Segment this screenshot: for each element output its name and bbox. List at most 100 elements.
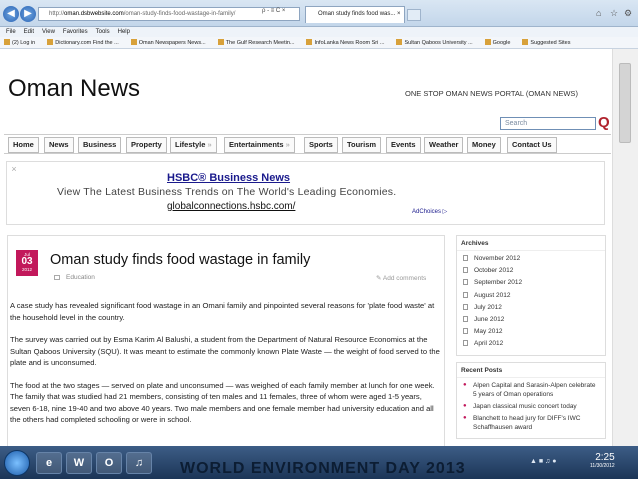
archive-item[interactable]: June 2012 <box>463 314 599 326</box>
nav-item-home[interactable]: Home <box>8 137 39 153</box>
adchoices-link[interactable]: AdChoices ▷ <box>412 208 447 215</box>
archive-item[interactable]: July 2012 <box>463 302 599 314</box>
favorite-icon <box>306 39 313 45</box>
menu-item[interactable]: Help <box>118 29 130 35</box>
nav-label: Entertainments <box>229 140 284 149</box>
chevron-down-icon[interactable]: » <box>207 140 211 149</box>
archive-item[interactable]: April 2012 <box>463 338 599 350</box>
archive-item[interactable]: November 2012 <box>463 253 599 265</box>
chevron-down-icon[interactable]: » <box>286 140 290 149</box>
nav-item-tourism[interactable]: Tourism <box>342 137 382 153</box>
start-button[interactable] <box>4 450 30 476</box>
taskbar-word[interactable]: W <box>66 452 92 474</box>
nav-item-entertainments[interactable]: Entertainments» <box>224 137 295 153</box>
menu-item[interactable]: View <box>42 29 55 35</box>
favorite-item[interactable]: (2) Log in <box>4 39 41 46</box>
back-button[interactable]: ◀ <box>3 6 19 22</box>
address-tools[interactable]: ρ - ≡ C × <box>262 8 285 14</box>
favorite-item[interactable]: Suggested Sites <box>522 39 576 46</box>
favorite-item[interactable]: Sultan Qaboos University ... <box>396 39 478 46</box>
menu-item[interactable]: File <box>6 29 16 35</box>
ad-close-icon[interactable]: × <box>7 162 21 176</box>
search-input[interactable]: Search <box>500 117 596 130</box>
nav-item-money[interactable]: Money <box>467 137 501 153</box>
favorite-item[interactable]: Google <box>484 39 517 46</box>
main-nav: Home News Business Property Lifestyle» Entert… <box>4 134 611 154</box>
archive-item[interactable]: October 2012 <box>463 265 599 277</box>
article-paragraph: A case study has revealed significant fo… <box>10 301 435 322</box>
favorite-item[interactable]: The Gulf Research Meetin... <box>217 39 301 46</box>
taskbar-media[interactable]: ♫ <box>126 452 152 474</box>
menu-item[interactable]: Favorites <box>63 29 88 35</box>
home-icon[interactable]: ⌂ <box>596 8 601 18</box>
windows-taskbar: e W O ♫ WORLD ENVIRONMENT DAY 2013 ▲ ■ ♫… <box>0 446 638 479</box>
nav-item-sports[interactable]: Sports <box>304 137 338 153</box>
recent-post-item[interactable]: Blanchett to head jury for DIFF's IWC Sc… <box>463 414 599 432</box>
nav-label: Home <box>13 140 34 149</box>
archives-widget: Archives November 2012 October 2012 Septem… <box>456 235 606 356</box>
taskbar-clock[interactable]: 2:25 11/30/2012 <box>590 452 615 469</box>
favorite-item[interactable]: Oman Newspapers News... <box>130 39 212 46</box>
address-bar[interactable]: http://oman.dsbwebsite.com/oman-study-fi… <box>38 7 300 21</box>
scrollbar-thumb[interactable] <box>619 63 631 143</box>
search-icon[interactable]: Q <box>598 114 610 131</box>
nav-label: Lifestyle <box>175 140 206 149</box>
nav-item-property[interactable]: Property <box>126 137 167 153</box>
favorite-label: InfoLanka News Room Sri ... <box>314 40 385 46</box>
menu-item[interactable]: Edit <box>24 29 34 35</box>
article-title[interactable]: Oman study finds food wastage in family <box>50 252 310 268</box>
url-protocol: http:// <box>49 11 65 17</box>
forward-button[interactable]: ▶ <box>20 6 36 22</box>
ad-title[interactable]: HSBC® Business News <box>167 172 290 184</box>
nav-label: Business <box>83 140 117 149</box>
recent-posts-list: Alpen Capital and Sarasin-Alpen celebrat… <box>457 378 605 438</box>
archive-item[interactable]: May 2012 <box>463 326 599 338</box>
system-tray[interactable]: ▲ ■ ♫ ● <box>530 458 556 465</box>
ad-url[interactable]: globalconnections.hsbc.com/ <box>167 201 295 212</box>
web-page: Oman News ONE STOP OMAN NEWS PORTAL (OMA… <box>0 49 612 446</box>
nav-item-events[interactable]: Events <box>386 137 421 153</box>
site-tagline: ONE STOP OMAN NEWS PORTAL (OMAN NEWS) <box>405 89 578 98</box>
taskbar-ie[interactable]: e <box>36 452 62 474</box>
gear-icon[interactable]: ⚙ <box>624 8 632 19</box>
site-title[interactable]: Oman News <box>8 75 140 103</box>
new-tab-button[interactable] <box>407 9 421 21</box>
archive-item[interactable]: August 2012 <box>463 290 599 302</box>
archive-item[interactable]: September 2012 <box>463 277 599 289</box>
favorite-item[interactable]: InfoLanka News Room Sri ... <box>306 39 390 46</box>
document-icon <box>463 340 468 347</box>
favorite-icon <box>4 39 10 45</box>
date-day: 03 <box>21 256 33 267</box>
archive-label: April 2012 <box>474 340 504 348</box>
article-category[interactable]: Education <box>54 274 95 281</box>
nav-item-news[interactable]: News <box>44 137 74 153</box>
menu-item[interactable]: Tools <box>96 29 110 35</box>
favorite-icon <box>484 39 491 45</box>
nav-item-lifestyle[interactable]: Lifestyle» <box>170 137 217 153</box>
wallpaper-text: WORLD ENVIRONMENT DAY 2013 <box>180 460 466 477</box>
nav-item-contact-us[interactable]: Contact Us <box>507 137 557 153</box>
taskbar-outlook[interactable]: O <box>96 452 122 474</box>
favorite-item[interactable]: Dictionary.com Find the ... <box>47 39 124 46</box>
favorite-label: (2) Log in <box>12 40 36 46</box>
ad-banner[interactable]: × HSBC® Business News View The Latest Bu… <box>6 161 605 225</box>
nav-item-weather[interactable]: Weather <box>424 137 464 153</box>
nav-label: Sports <box>309 140 333 149</box>
nav-label: Contact Us <box>512 140 552 149</box>
favorite-label: The Gulf Research Meetin... <box>225 40 295 46</box>
browser-tab[interactable]: Oman study finds food was... × <box>305 6 405 23</box>
archives-list: November 2012 October 2012 September 2012 A… <box>457 251 605 355</box>
archive-label: July 2012 <box>474 303 502 311</box>
nav-item-business[interactable]: Business <box>78 137 122 153</box>
page-scrollbar[interactable] <box>612 49 638 446</box>
sidebar: Archives November 2012 October 2012 Septem… <box>456 235 606 446</box>
favorite-label: Sultan Qaboos University ... <box>404 40 473 46</box>
tab-close-icon[interactable]: × <box>397 11 401 17</box>
add-comments-link[interactable]: ✎ Add comments <box>376 274 426 282</box>
favorite-icon <box>217 39 224 45</box>
favorites-star-icon[interactable]: ☆ <box>610 8 618 19</box>
article-paragraph: The survey was carried out by Esma Karim… <box>10 335 440 367</box>
nav-label: Tourism <box>347 140 377 149</box>
recent-post-item[interactable]: Alpen Capital and Sarasin-Alpen celebrat… <box>463 381 599 399</box>
recent-post-item[interactable]: Japan classical music concert today <box>463 402 599 411</box>
